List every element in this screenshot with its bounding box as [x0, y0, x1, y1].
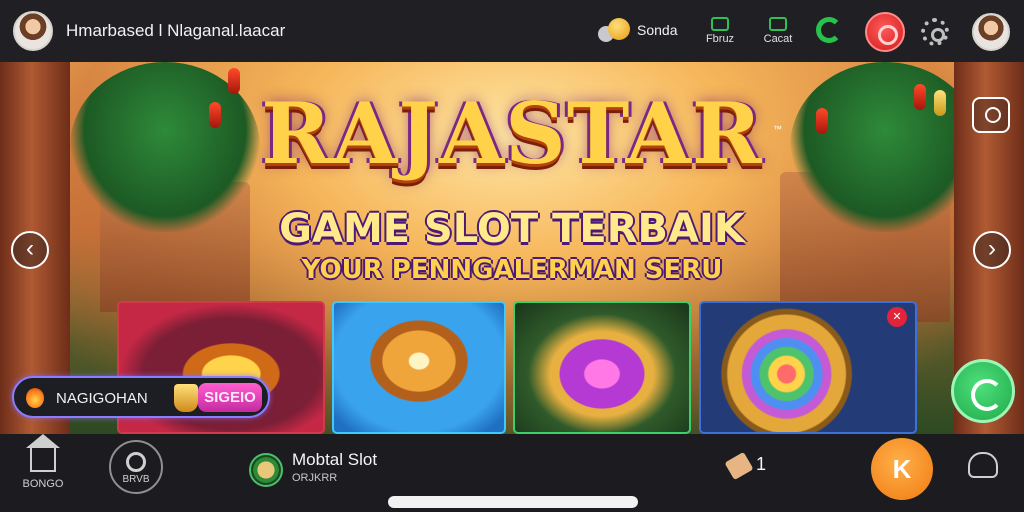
gear-icon[interactable] — [921, 18, 949, 46]
home-label: BONGO — [22, 478, 64, 490]
action-fab-button[interactable]: K — [871, 438, 933, 500]
home-tab[interactable]: BONGO — [14, 434, 72, 490]
game-card-rainbow-medallion[interactable]: ✕ — [699, 301, 917, 434]
prev-arrow-button[interactable]: ‹ — [11, 231, 49, 269]
banner-subtitle: GAME SLOT TERBAIK — [279, 206, 745, 252]
contact-label: Cacat — [763, 33, 793, 45]
profile-avatar[interactable] — [972, 13, 1010, 51]
promo-pill[interactable]: NAGIGOHAN SIGEIO — [12, 376, 270, 418]
slot-title[interactable]: Mobtal Slot — [292, 450, 377, 470]
promo-label: NAGIGOHAN — [56, 390, 148, 407]
record-button[interactable] — [865, 12, 905, 52]
hero-banner: RAJASTAR ™ GAME SLOT TERBAIK YOUR PENNGA… — [0, 62, 1024, 434]
promo-button[interactable]: SIGEIO — [198, 383, 262, 412]
chat-fab-button[interactable] — [951, 359, 1015, 423]
top-bar: Hmarbased l Nlaganal.laacar Sonda Fbruz … — [0, 0, 1024, 62]
slot-icon[interactable] — [249, 453, 283, 487]
user-avatar[interactable] — [13, 11, 53, 51]
news-label: Fbruz — [705, 33, 735, 45]
news-icon — [711, 17, 729, 31]
contact-button[interactable]: Cacat — [756, 17, 800, 45]
flame-icon — [26, 388, 44, 408]
center-label: BRVB — [122, 474, 150, 485]
ticket-icon[interactable] — [724, 451, 754, 481]
trophy-icon — [174, 384, 198, 412]
banner-title: RAJASTAR — [261, 84, 763, 183]
contact-icon — [769, 17, 787, 31]
banner-tagline: YOUR PENNGALERMAN SERU — [301, 255, 723, 285]
trademark: ™ — [773, 124, 782, 134]
game-card-purple-pot[interactable] — [513, 301, 691, 434]
news-button[interactable]: Fbruz — [698, 17, 742, 45]
coins-label[interactable]: Sonda — [637, 22, 677, 38]
face-icon — [126, 452, 146, 472]
coins-icon[interactable] — [598, 16, 634, 46]
camera-icon[interactable] — [972, 97, 1010, 133]
home-indicator — [388, 496, 638, 508]
card-badge[interactable]: ✕ — [887, 307, 907, 327]
username: Hmarbased l Nlaganal.laacar — [66, 21, 286, 40]
slot-subtitle: ORJKRR — [292, 472, 338, 484]
game-card-lion-mask[interactable] — [332, 301, 506, 434]
ticket-count: 1 — [756, 454, 767, 474]
next-arrow-button[interactable]: › — [973, 231, 1011, 269]
home-icon — [26, 434, 60, 472]
cloud-icon[interactable] — [968, 452, 998, 478]
center-tab[interactable]: BRVB — [109, 440, 163, 494]
refresh-icon[interactable] — [816, 17, 842, 43]
bottom-bar: BONGO BRVB Mobtal Slot ORJKRR 1 K — [0, 434, 1024, 512]
